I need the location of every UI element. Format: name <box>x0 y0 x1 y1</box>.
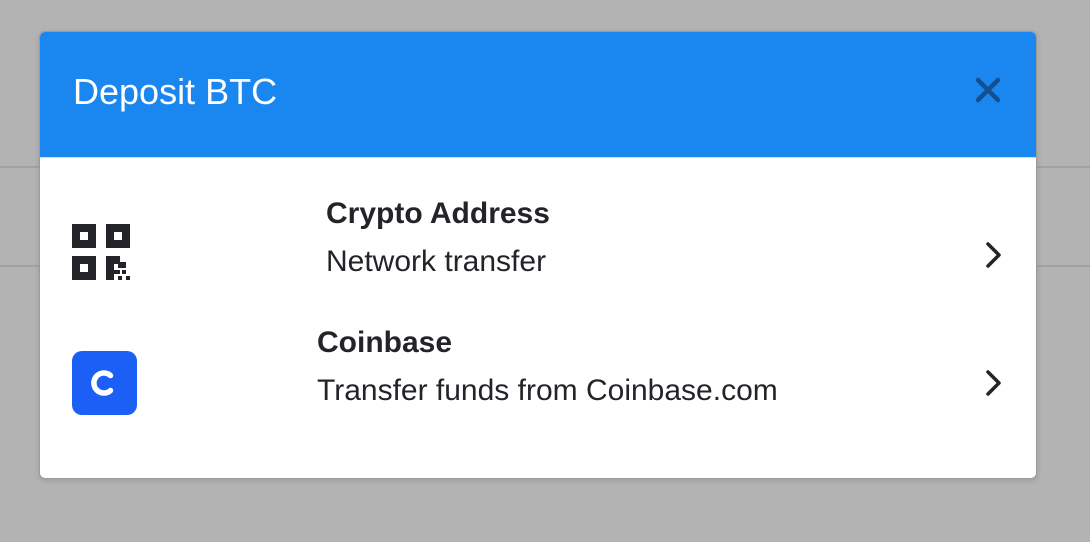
option-crypto-address[interactable]: Crypto Address Network transfer <box>40 178 1036 298</box>
qr-code-icon <box>72 224 130 280</box>
option-subtitle: Transfer funds from Coinbase.com <box>317 374 778 407</box>
deposit-modal: Deposit BTC Crypto Address Network trans… <box>39 31 1037 479</box>
coinbase-logo-icon <box>72 351 137 415</box>
modal-header: Deposit BTC <box>40 32 1036 158</box>
chevron-right-icon <box>982 240 1006 270</box>
option-subtitle: Network transfer <box>326 245 547 278</box>
modal-title: Deposit BTC <box>73 71 278 112</box>
option-title: Coinbase <box>317 326 453 359</box>
option-title: Crypto Address <box>326 197 550 230</box>
chevron-right-icon <box>982 368 1006 398</box>
close-icon <box>975 77 1001 103</box>
close-button[interactable] <box>970 72 1006 108</box>
option-coinbase[interactable]: Coinbase Transfer funds from Coinbase.co… <box>40 308 1036 428</box>
